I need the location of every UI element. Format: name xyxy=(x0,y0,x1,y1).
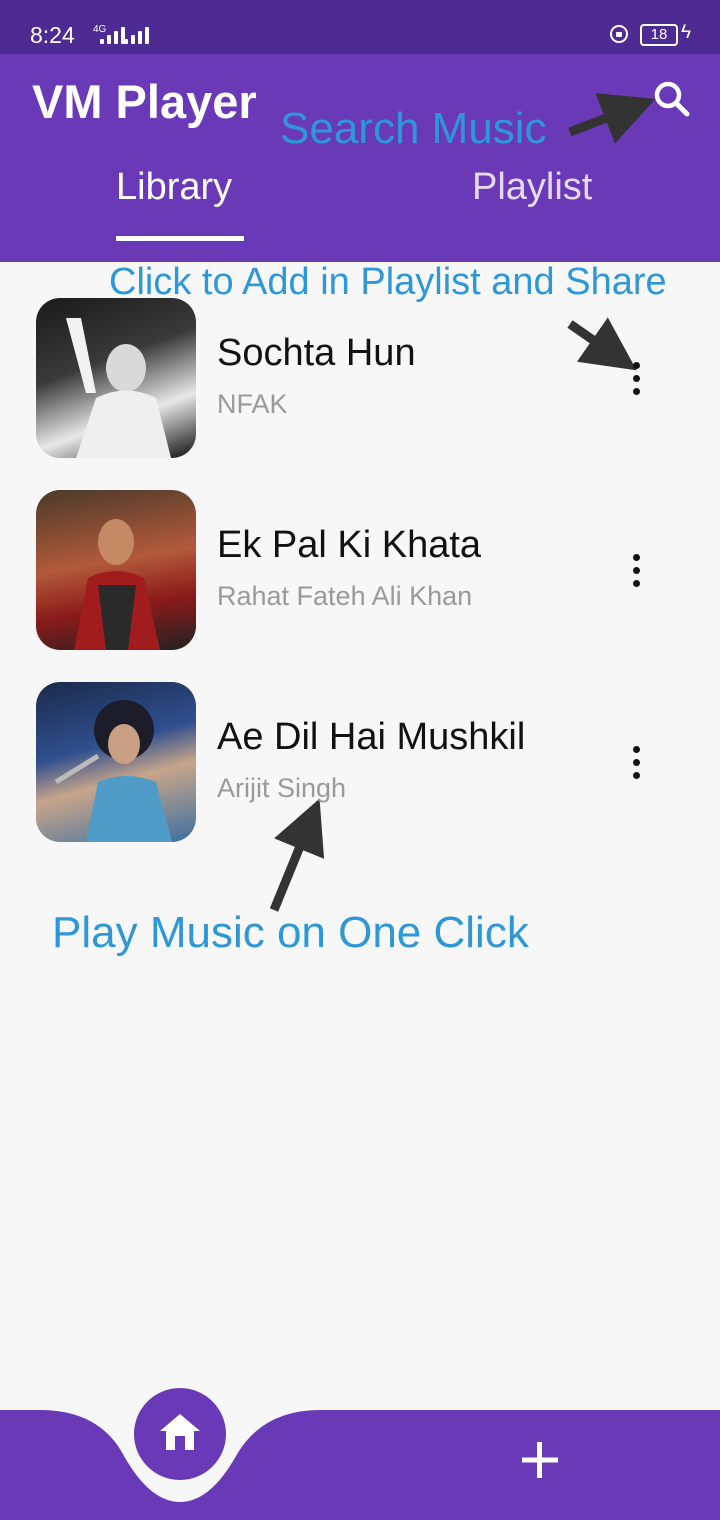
song-artist: Rahat Fateh Ali Khan xyxy=(217,581,473,611)
song-item[interactable]: Sochta Hun NFAK xyxy=(0,280,720,458)
album-art-image xyxy=(54,700,172,842)
more-options-button[interactable] xyxy=(618,354,654,402)
album-art-image xyxy=(74,519,160,650)
more-options-button[interactable] xyxy=(618,546,654,594)
song-artist: NFAK xyxy=(217,389,288,419)
search-arrow xyxy=(568,93,656,144)
more-vert-icon xyxy=(632,553,640,561)
song-item[interactable]: Ae Dil Hai Mushkil Arijit Singh xyxy=(0,664,720,842)
album-art-image xyxy=(66,318,171,458)
song-artist: Arijit Singh xyxy=(217,773,347,803)
song-item[interactable]: Ek Pal Ki Khata Rahat Fateh Ali Khan xyxy=(0,472,720,650)
page: 8:24 4G 18 ϟ VM Player Library Playlist xyxy=(0,0,720,1520)
add-button[interactable] xyxy=(518,1438,562,1482)
more-vert-icon xyxy=(632,745,640,753)
album-art xyxy=(36,682,196,842)
song-title: Ae Dil Hai Mushkil xyxy=(217,716,526,758)
song-title: Ek Pal Ki Khata xyxy=(217,524,482,566)
add-icon xyxy=(522,1442,558,1478)
annotation-search: Search Music xyxy=(280,104,547,153)
song-title: Sochta Hun xyxy=(217,332,416,374)
more-options-button[interactable] xyxy=(618,738,654,786)
home-icon xyxy=(160,1414,200,1450)
home-button[interactable] xyxy=(134,1388,226,1480)
album-art xyxy=(36,298,196,458)
more-vert-icon xyxy=(632,361,640,369)
annotation-play: Play Music on One Click xyxy=(52,908,529,957)
bottom-nav xyxy=(0,1388,720,1520)
bottom-nav-background xyxy=(0,1410,720,1520)
annotation-menu: Click to Add in Playlist and Share xyxy=(109,261,667,303)
album-art xyxy=(36,490,196,650)
